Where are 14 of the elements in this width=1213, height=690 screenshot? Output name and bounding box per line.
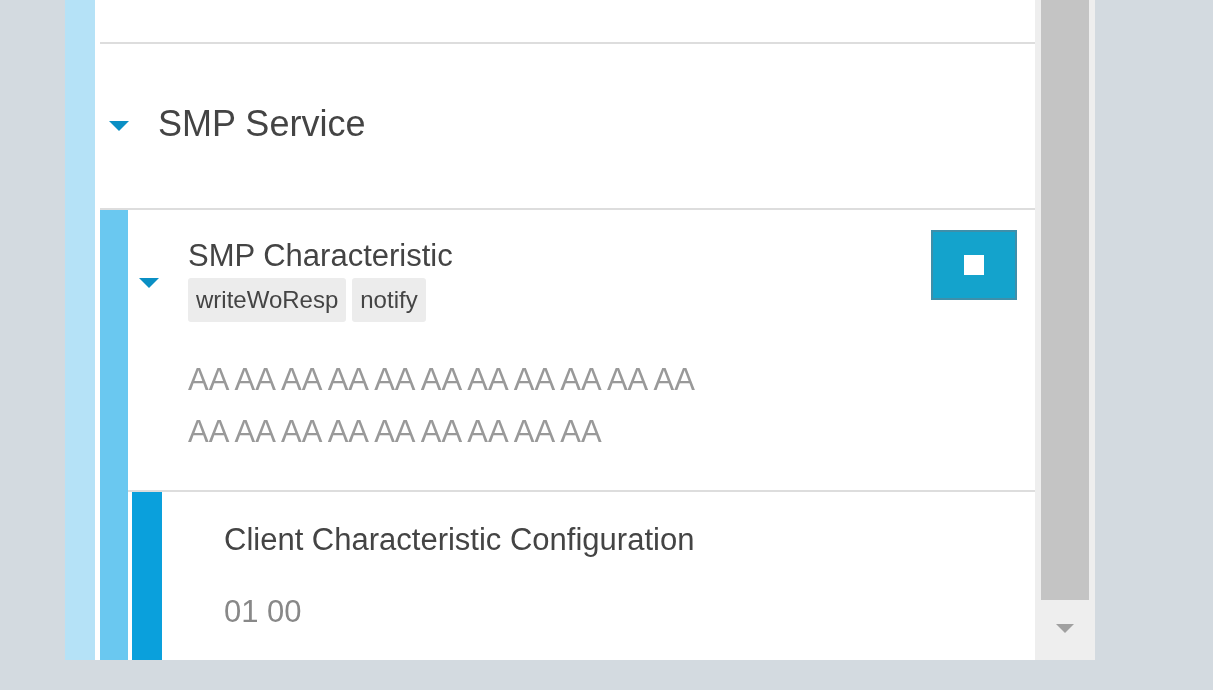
property-tag: notify xyxy=(352,278,426,322)
scroll-down-icon[interactable] xyxy=(1056,624,1074,634)
descriptor-value: 01 00 xyxy=(224,593,303,631)
caret-icon[interactable] xyxy=(138,276,160,290)
service-name: SMP Service xyxy=(158,102,366,146)
characteristic-value: AA AA AA AA AA AA AA AA AA AA AA xyxy=(188,361,696,399)
descriptor-name: Client Characteristic Configuration xyxy=(224,521,696,559)
scrollbar-thumb[interactable] xyxy=(1041,0,1089,600)
property-tag: writeWoResp xyxy=(188,278,347,322)
characteristic-value: AA AA AA AA AA AA AA AA AA xyxy=(188,413,603,451)
caret-icon[interactable] xyxy=(108,119,130,133)
square-icon xyxy=(964,255,984,275)
characteristic-name: SMP Characteristic xyxy=(188,237,454,275)
stop-button[interactable] xyxy=(931,230,1017,300)
